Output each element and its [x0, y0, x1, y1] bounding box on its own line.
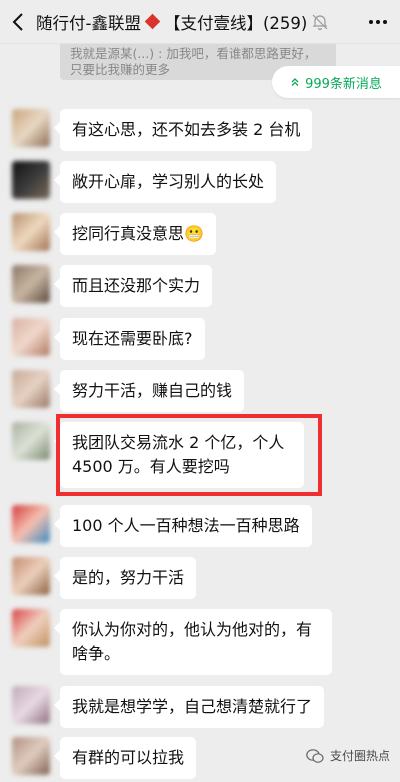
message-bubble[interactable]: 敞开心扉，学习别人的长处 — [53, 161, 277, 203]
more-dot-icon — [383, 19, 387, 24]
more-options-button[interactable] — [356, 0, 400, 44]
avatar[interactable] — [12, 557, 50, 595]
avatar[interactable] — [12, 318, 50, 356]
back-button[interactable] — [0, 0, 36, 44]
wechat-channel-icon — [306, 748, 324, 763]
more-dot-icon — [376, 19, 380, 24]
avatar[interactable] — [12, 422, 50, 460]
avatar[interactable] — [12, 370, 50, 408]
highlight-box — [56, 414, 322, 496]
message-bubble[interactable]: 挖同行真没意思😬 — [54, 213, 216, 255]
avatar[interactable] — [12, 161, 50, 199]
chat-title-group: 随行付-鑫联盟 — [36, 13, 141, 33]
avatar[interactable] — [12, 109, 50, 147]
diamond-icon — [144, 13, 161, 30]
chat-header: 随行付-鑫联盟 【支付壹线】(259) — [0, 0, 400, 44]
message-bubble[interactable]: 我就是想学学，自己想清楚就行了 — [53, 686, 325, 728]
more-dot-icon — [369, 19, 373, 24]
watermark-label: 支付圈热点 — [329, 749, 390, 763]
message-bubble[interactable]: 100 个人一百种想法一百种思路 — [54, 505, 312, 547]
avatar[interactable] — [12, 609, 50, 647]
double-chevron-up-icon — [291, 78, 299, 86]
mute-bell-icon — [312, 14, 328, 30]
message-bubble[interactable]: 你认为你对的，他认为他对的，有啥争。 — [54, 609, 332, 675]
watermark: 支付圈热点 — [306, 747, 390, 764]
chat-title-suffix: 【支付壹线】(259) — [163, 13, 308, 33]
message-bubble[interactable]: 有群的可以拉我 — [53, 737, 197, 779]
avatar[interactable] — [12, 505, 50, 543]
chat-title: 随行付-鑫联盟 【支付壹线】(259) — [36, 10, 356, 34]
message-bubble[interactable]: 而且还没那个实力 — [53, 265, 213, 307]
new-messages-button[interactable]: 999条新消息 — [272, 66, 400, 98]
new-messages-label: 999条新消息 — [305, 76, 382, 92]
avatar[interactable] — [12, 265, 50, 303]
avatar[interactable] — [12, 737, 50, 775]
message-bubble[interactable]: 是的，努力干活 — [53, 557, 197, 599]
message-bubble[interactable]: 有这心思，还不如去多装 2 台机 — [53, 109, 313, 151]
avatar[interactable] — [12, 213, 50, 251]
chevron-left-icon — [12, 12, 23, 31]
message-bubble[interactable]: 现在还需要卧底? — [54, 318, 205, 360]
message-bubble[interactable]: 努力干活，赚自己的钱 — [53, 370, 245, 412]
avatar[interactable] — [12, 686, 50, 724]
